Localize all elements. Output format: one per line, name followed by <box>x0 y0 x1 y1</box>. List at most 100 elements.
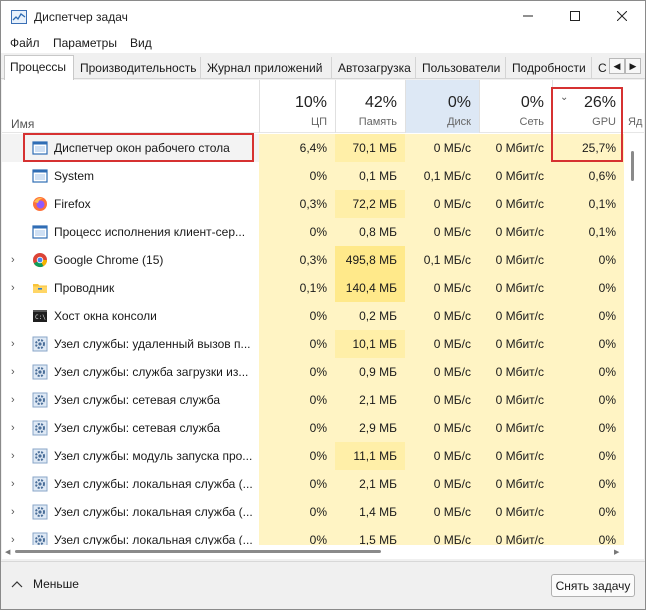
menu-file[interactable]: Файл <box>10 36 40 50</box>
expand-chevron-icon[interactable]: › <box>11 358 15 386</box>
cell-gpu: 0% <box>552 302 624 330</box>
menu-view[interactable]: Вид <box>130 36 152 50</box>
maximize-button[interactable] <box>552 1 598 33</box>
memory-total: 42% <box>364 94 397 111</box>
tab-users[interactable]: Пользователи <box>417 57 506 79</box>
cell-net: 0 Мбит/с <box>479 162 552 190</box>
table-row[interactable]: C:\ Хост окна консоли 0% 0,2 МБ 0 МБ/с 0 Мбит… <box>2 302 644 330</box>
expand-chevron-icon[interactable]: › <box>11 470 15 498</box>
column-header-memory[interactable]: 42% Память <box>335 80 405 133</box>
menu-bar: Файл Параметры Вид <box>1 33 645 53</box>
minimize-button[interactable] <box>505 1 551 33</box>
expand-chevron-icon[interactable]: › <box>11 330 15 358</box>
vertical-scrollbar-thumb[interactable] <box>631 151 634 181</box>
table-row[interactable]: System 0% 0,1 МБ 0,1 МБ/с 0 Мбит/с 0,6% <box>2 162 644 190</box>
table-row[interactable]: › Узел службы: сетевая служба 0% 2,1 МБ 0 МБ… <box>2 386 644 414</box>
cell-cpu: 0% <box>259 302 335 330</box>
table-row[interactable]: › Узел службы: локальная служба (... 0% 2,1… <box>2 470 644 498</box>
cell-mem: 1,4 МБ <box>335 498 405 526</box>
table-row[interactable]: › Узел службы: сетевая служба 0% 2,9 МБ 0 МБ… <box>2 414 644 442</box>
cell-gpu: 0% <box>552 274 624 302</box>
disk-label: Диск <box>447 116 471 128</box>
column-header-name[interactable]: Имя <box>11 117 34 131</box>
cell-mem: 140,4 МБ <box>335 274 405 302</box>
close-button[interactable] <box>599 1 645 33</box>
cell-cpu: 0,3% <box>259 246 335 274</box>
cell-net: 0 Мбит/с <box>479 246 552 274</box>
cell-mem: 2,1 МБ <box>335 386 405 414</box>
process-name: Узел службы: сетевая служба <box>54 421 221 435</box>
service-gear-icon <box>32 336 48 352</box>
column-header-disk[interactable]: 0% Диск <box>405 80 479 133</box>
service-gear-icon <box>32 504 48 520</box>
title-bar[interactable]: Диспетчер задач <box>1 1 645 33</box>
cell-disk: 0 МБ/с <box>405 274 479 302</box>
end-task-button[interactable]: Снять задачу <box>551 574 635 597</box>
cell-mem: 0,1 МБ <box>335 162 405 190</box>
cell-gpu: 0,1% <box>552 190 624 218</box>
expand-chevron-icon[interactable]: › <box>11 246 15 274</box>
column-header-gpu-engine-partial[interactable]: Яд <box>628 116 642 128</box>
cell-cpu: 0,3% <box>259 190 335 218</box>
process-name: Узел службы: удаленный вызов п... <box>54 337 251 351</box>
fewer-details-button[interactable]: Меньше <box>11 577 79 591</box>
menu-options[interactable]: Параметры <box>53 36 117 50</box>
cell-disk: 0,1 МБ/с <box>405 162 479 190</box>
scroll-left-icon[interactable]: ◀ <box>5 548 10 556</box>
minimize-icon <box>523 10 533 24</box>
close-icon <box>616 10 628 24</box>
cell-cpu: 0% <box>259 442 335 470</box>
cell-gpu: 0% <box>552 414 624 442</box>
expand-chevron-icon[interactable]: › <box>11 498 15 526</box>
cell-net: 0 Мбит/с <box>479 190 552 218</box>
service-gear-icon <box>32 476 48 492</box>
column-header-cpu[interactable]: 10% ЦП <box>259 80 335 133</box>
task-manager-app-icon <box>11 10 27 24</box>
cell-disk: 0 МБ/с <box>405 358 479 386</box>
expand-chevron-icon[interactable]: › <box>11 414 15 442</box>
tab-details[interactable]: Подробности <box>507 57 592 79</box>
footer-bar: Меньше Снять задачу <box>1 561 645 609</box>
table-row[interactable]: › Google Chrome (15) 0,3% 495,8 МБ 0,1 МБ/с 0… <box>2 246 644 274</box>
cell-gpu: 0% <box>552 330 624 358</box>
process-name: Google Chrome (15) <box>54 253 164 267</box>
cell-gpu: 0% <box>552 358 624 386</box>
table-row[interactable]: › Узел службы: модуль запуска про... 0% 11,… <box>2 442 644 470</box>
cell-mem: 11,1 МБ <box>335 442 405 470</box>
highlight-box-process-name <box>23 133 254 162</box>
table-row[interactable]: › Узел службы: локальная служба (... 0% 1,4… <box>2 498 644 526</box>
cell-mem: 72,2 МБ <box>335 190 405 218</box>
expand-chevron-icon[interactable]: › <box>11 386 15 414</box>
table-row[interactable]: › Узел службы: удаленный вызов п... 0% 10,1… <box>2 330 644 358</box>
svg-text:C:\: C:\ <box>35 314 46 321</box>
scroll-right-icon[interactable]: ▶ <box>614 548 619 556</box>
tab-app-history[interactable]: Журнал приложений <box>202 57 332 79</box>
process-name: Процесс исполнения клиент-сер... <box>54 225 246 239</box>
cell-gpu: 0% <box>552 246 624 274</box>
table-row[interactable]: Firefox 0,3% 72,2 МБ 0 МБ/с 0 Мбит/с 0,1% <box>2 190 644 218</box>
highlight-box-gpu-column <box>551 87 623 162</box>
tab-processes[interactable]: Процессы <box>4 55 74 80</box>
expand-chevron-icon[interactable]: › <box>11 442 15 470</box>
process-name: System <box>54 169 95 183</box>
network-total: 0% <box>520 94 544 111</box>
tab-bar: Процессы Производительность Журнал прило… <box>1 55 645 80</box>
table-row[interactable]: Процесс исполнения клиент-сер... 0% 0,8 МБ… <box>2 218 644 246</box>
column-header-network[interactable]: 0% Сеть <box>479 80 552 133</box>
table-row[interactable]: › Проводник 0,1% 140,4 МБ 0 МБ/с 0 Мбит/с 0% <box>2 274 644 302</box>
cell-gpu: 0% <box>552 386 624 414</box>
tab-startup[interactable]: Автозагрузка <box>333 57 416 79</box>
cell-disk: 0 МБ/с <box>405 218 479 246</box>
cell-disk: 0 МБ/с <box>405 134 479 162</box>
firefox-icon <box>32 196 48 212</box>
horizontal-scrollbar-thumb[interactable] <box>15 550 381 553</box>
tab-scroll-left-button[interactable]: ◀ <box>609 58 625 74</box>
client-server-runtime-icon <box>32 224 48 240</box>
expand-chevron-icon[interactable]: › <box>11 274 15 302</box>
cell-gpu: 0% <box>552 442 624 470</box>
table-row[interactable]: › Узел службы: служба загрузки из... 0% 0,9… <box>2 358 644 386</box>
cell-cpu: 0% <box>259 358 335 386</box>
tab-scroll-right-button[interactable]: ▶ <box>625 58 641 74</box>
arrow-left-icon: ◀ <box>613 60 621 71</box>
tab-performance[interactable]: Производительность <box>75 57 201 79</box>
